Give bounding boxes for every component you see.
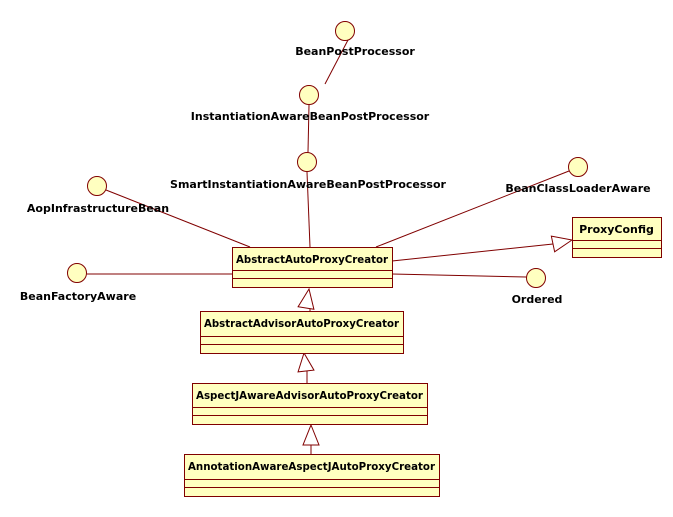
generalization-arrowhead-icon [302, 423, 320, 446]
relation-generalization-aapc-to-pc [391, 235, 574, 262]
interface-label: InstantiationAwareBeanPostProcessor [191, 110, 430, 123]
uml-class-diagram: BeanPostProcessor InstantiationAwareBeanP… [20, 21, 662, 497]
interface-label: Ordered [512, 293, 563, 306]
interface-lollipop-icon[interactable] [335, 21, 355, 41]
interface-label: BeanFactoryAware [20, 290, 136, 303]
class-aaajapc[interactable]: AnnotationAwareAspectJAutoProxyCreator [184, 454, 440, 497]
relation-line [391, 243, 554, 262]
interface-ord[interactable]: Ordered [512, 268, 563, 307]
nodes-layer: BeanPostProcessor InstantiationAwareBeanP… [20, 21, 662, 497]
interface-label: BeanClassLoaderAware [505, 182, 650, 195]
interface-label: AopInfrastructureBean [27, 202, 169, 215]
interface-lollipop-icon[interactable] [67, 263, 87, 283]
class-name: AnnotationAwareAspectJAutoProxyCreator [188, 460, 436, 473]
interface-iabpp[interactable]: InstantiationAwareBeanPostProcessor [191, 85, 430, 124]
interface-siabpp[interactable]: SmartInstantiationAwareBeanPostProcessor [170, 152, 447, 192]
interface-aib[interactable]: AopInfrastructureBean [27, 176, 169, 216]
interface-bcla[interactable]: BeanClassLoaderAware [505, 157, 651, 196]
interface-lollipop-icon[interactable] [297, 152, 317, 172]
class-name: AbstractAutoProxyCreator [236, 253, 389, 266]
generalization-arrowhead-icon [297, 287, 315, 310]
generalization-arrowhead-icon [550, 235, 574, 253]
relation-realization-aapc-to-aib [105, 189, 251, 248]
interface-label: SmartInstantiationAwareBeanPostProcessor [170, 178, 447, 191]
generalization-arrowhead-icon [297, 351, 315, 373]
interface-bfa[interactable]: BeanFactoryAware [20, 263, 136, 304]
relation-generalization-ajaapc-to-aaapc [297, 351, 315, 383]
relation-generalization-aaapc-to-aapc [297, 287, 315, 311]
relation-generalization-aaajapc-to-ajaapc [302, 423, 320, 454]
relation-line [391, 273, 527, 278]
interface-lollipop-icon[interactable] [568, 157, 588, 177]
class-name: AspectJAwareAdvisorAutoProxyCreator [196, 389, 424, 402]
interface-label: BeanPostProcessor [295, 45, 415, 58]
class-name: ProxyConfig [579, 223, 654, 236]
interface-bpp[interactable]: BeanPostProcessor [295, 21, 415, 59]
class-aaapc[interactable]: AbstractAdvisorAutoProxyCreator [200, 311, 404, 354]
class-name: AbstractAdvisorAutoProxyCreator [204, 317, 400, 330]
interface-lollipop-icon[interactable] [299, 85, 319, 105]
class-pc[interactable]: ProxyConfig [572, 217, 662, 258]
relation-realization-aapc-to-ord [391, 273, 527, 278]
interface-lollipop-icon[interactable] [526, 268, 546, 288]
class-aapc[interactable]: AbstractAutoProxyCreator [232, 247, 393, 288]
relation-line [105, 189, 251, 248]
interface-lollipop-icon[interactable] [87, 176, 107, 196]
class-ajaapc[interactable]: AspectJAwareAdvisorAutoProxyCreator [192, 383, 428, 425]
